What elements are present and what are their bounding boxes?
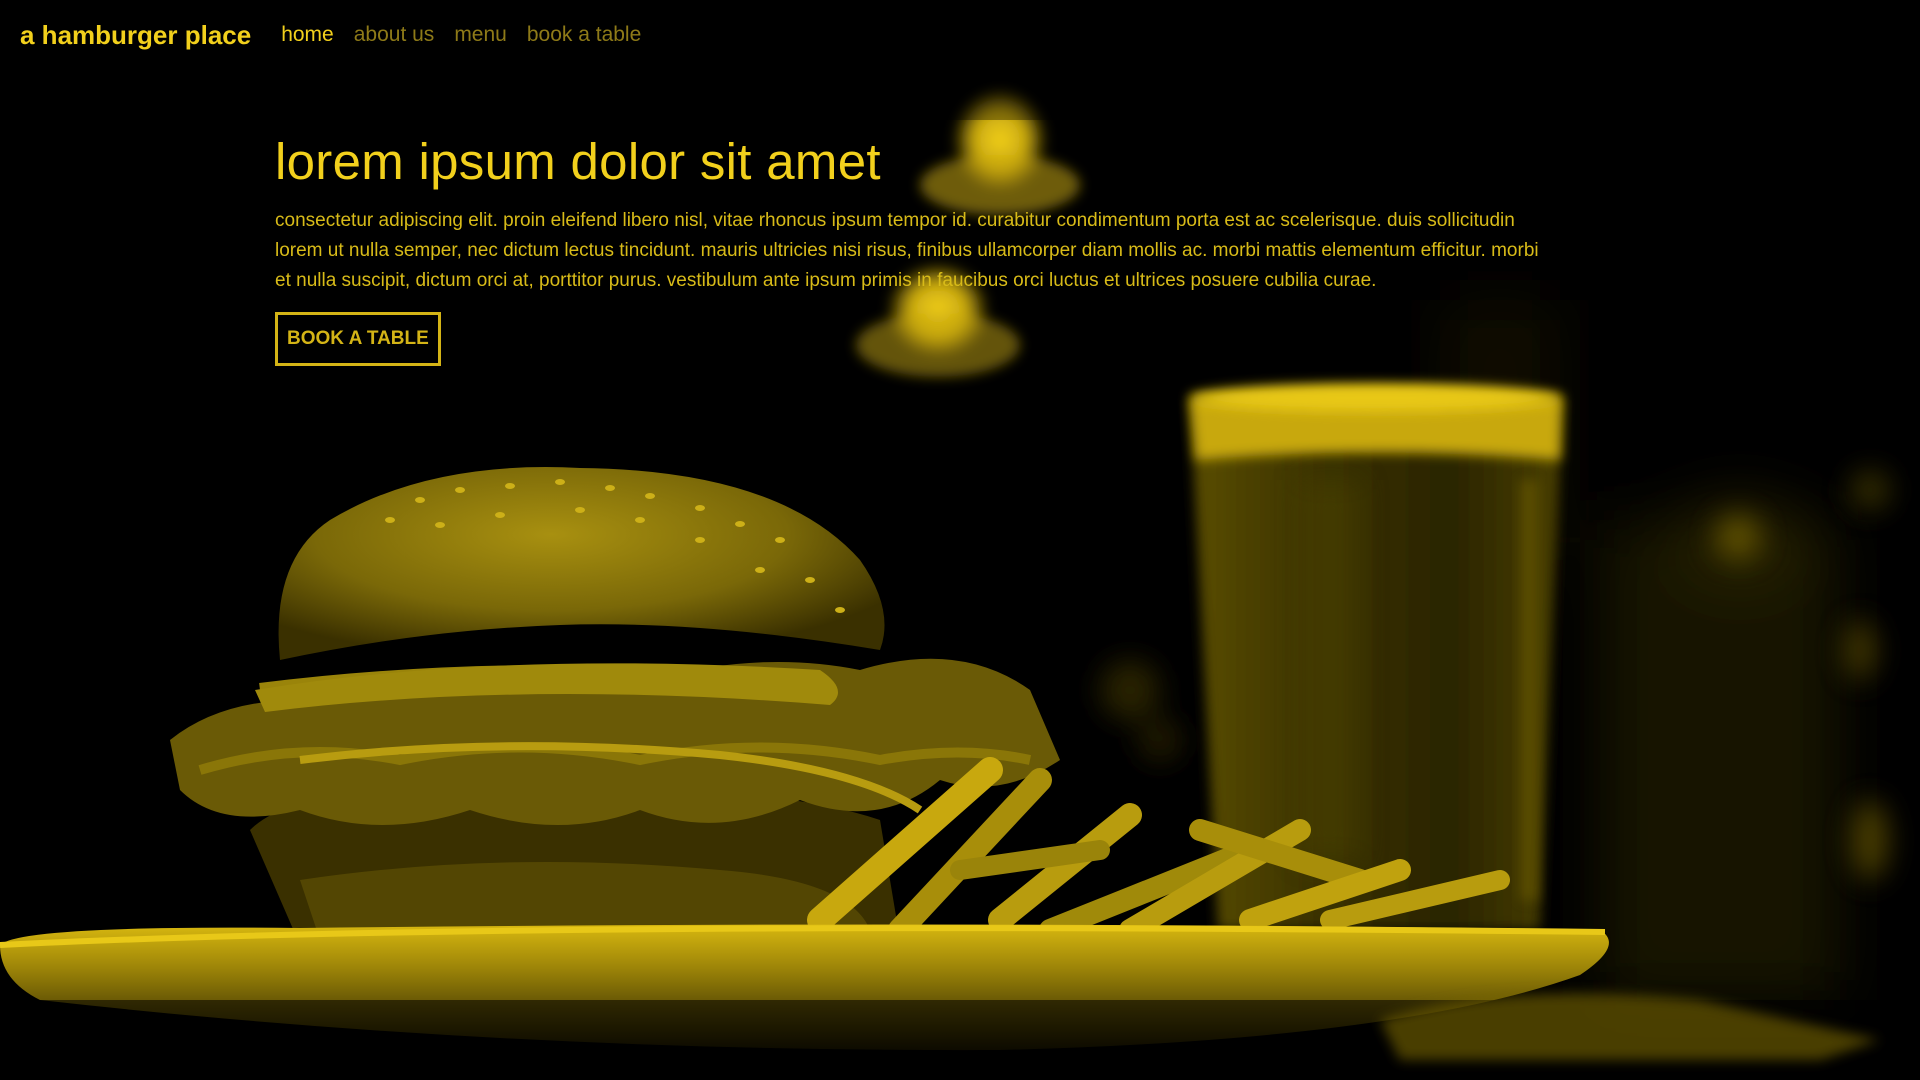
hero-body-text: consectetur adipiscing elit. proin eleif… xyxy=(275,210,1539,291)
nav-link-menu[interactable]: menu xyxy=(454,23,507,47)
book-a-table-button[interactable]: BOOK A TABLE xyxy=(275,312,441,366)
top-navigation: a hamburger place home about us menu boo… xyxy=(0,0,1920,70)
nav-link-home[interactable]: home xyxy=(281,23,334,47)
hero-section: a hamburger place home about us menu boo… xyxy=(0,0,1920,1080)
nav-link-about-us[interactable]: about us xyxy=(354,23,435,47)
hero-content: lorem ipsum dolor sit amet consectetur a… xyxy=(275,130,1555,366)
brand-logo-link[interactable]: a hamburger place xyxy=(20,20,251,51)
nav-link-book-a-table[interactable]: book a table xyxy=(527,23,641,47)
hero-headline: lorem ipsum dolor sit amet xyxy=(275,133,881,190)
